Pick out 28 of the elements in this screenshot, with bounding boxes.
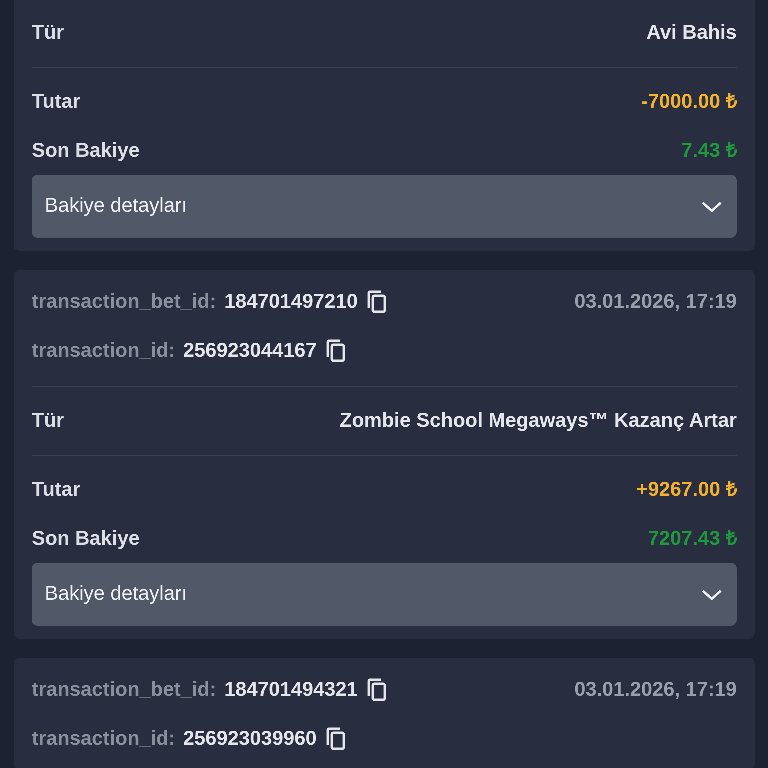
amount-label: Tutar	[32, 90, 81, 115]
balance-details-dropdown[interactable]: Bakiye detayları	[32, 175, 737, 238]
transaction-id-value: 256923044167	[183, 340, 317, 362]
balance-details-dropdown[interactable]: Bakiye detayları	[32, 563, 737, 626]
bet-id-value: 184701494321	[224, 678, 358, 702]
bet-id-label: transaction_bet_id:	[32, 290, 216, 314]
bet-id-label: transaction_bet_id:	[32, 678, 216, 702]
copy-icon[interactable]	[366, 290, 388, 314]
copy-icon[interactable]	[324, 339, 347, 363]
transaction-date: 03.01.2026, 17:19	[574, 678, 737, 702]
transaction-id-value: 256923039960	[183, 728, 317, 750]
transaction-date: 03.01.2026, 17:19	[574, 290, 737, 314]
type-value: Zombie School Megaways™ Kazanç Artar	[340, 409, 737, 434]
amount-label: Tutar	[32, 478, 81, 503]
transaction-id-label: transaction_id:	[32, 728, 176, 750]
amount-value: -7000.00 ₺	[641, 90, 737, 115]
balance-value: 7207.43 ₺	[648, 527, 737, 552]
balance-label: Son Bakiye	[32, 527, 140, 552]
copy-icon[interactable]	[366, 678, 388, 702]
copy-icon[interactable]	[324, 727, 347, 751]
type-label: Tür	[32, 409, 64, 434]
amount-value: +9267.00 ₺	[636, 478, 737, 503]
transaction-id-label: transaction_id:	[32, 340, 176, 362]
balance-value: 7.43 ₺	[682, 139, 737, 164]
balance-label: Son Bakiye	[32, 139, 140, 164]
type-label: Tür	[32, 21, 64, 46]
type-value: Avi Bahis	[646, 21, 737, 46]
bet-id-value: 184701497210	[224, 290, 358, 314]
